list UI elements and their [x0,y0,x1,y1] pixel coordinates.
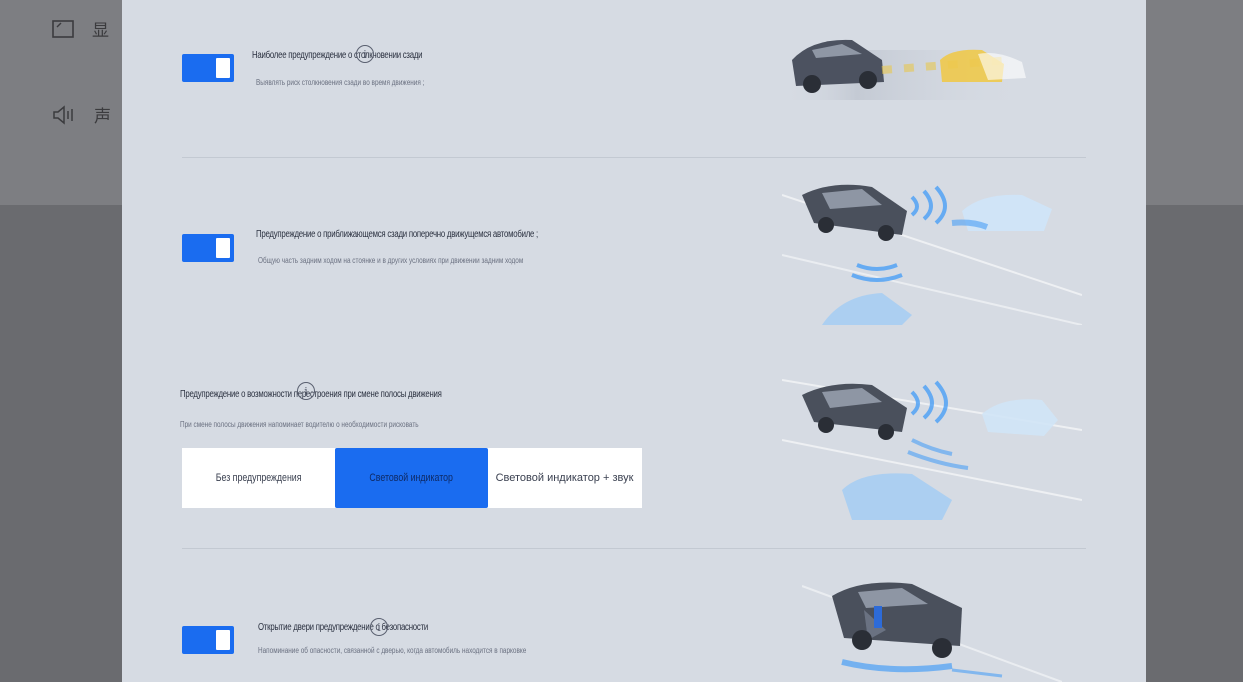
rear-cross-traffic-warning-subtitle: Общую часть задним ходом на стоянке и в … [258,256,524,265]
option-light-indicator-sound[interactable]: Световой индикатор + звук [488,448,641,508]
door-opening-warning-title: Открытие двери предупреждение о безопасн… [258,622,429,633]
sidebar-item-sound[interactable]: 声 [52,102,111,127]
rear-cross-traffic-illustration [782,184,1082,325]
lane-change-illustration [782,379,1082,520]
option-label: Без предупреждения [215,472,302,484]
rear-collision-illustration [782,39,1032,100]
toggle-knob [216,58,230,78]
sidebar-item-label: 显 [92,21,109,40]
section-divider [182,548,1086,549]
display-icon [52,19,74,38]
rear-collision-warning-title: Наиболее предупреждение о столкновении с… [252,50,423,61]
door-opening-warning-subtitle: Напоминание об опасности, связанной с дв… [258,646,527,655]
option-label: Световой индикатор [369,472,454,484]
toggle-knob [216,238,230,258]
info-icon[interactable]: i [356,45,374,63]
option-label: Световой индикатор + звук [495,472,634,484]
speaker-icon [52,104,76,125]
rear-collision-warning-toggle[interactable] [182,54,234,82]
lane-change-warning-subtitle: При смене полосы движения напоминает вод… [180,420,419,429]
rear-cross-traffic-warning-title: Предупреждение о приближающемся сзади по… [256,229,538,240]
option-no-warning[interactable]: Без предупреждения [182,448,335,508]
sidebar-item-label: 声 [94,107,111,126]
option-light-indicator[interactable]: Световой индикатор [335,448,488,508]
sidebar-item-display[interactable]: 显 [52,16,109,41]
rear-collision-warning-subtitle: Выявлять риск столкновения сзади во врем… [256,78,425,87]
info-icon[interactable]: i [297,382,315,400]
rear-cross-traffic-warning-toggle[interactable] [182,234,234,262]
driver-assist-settings-panel: Наиболее предупреждение о столкновении с… [122,0,1146,682]
door-opening-illustration [802,582,1062,682]
section-divider [182,157,1086,158]
lane-change-warning-mode-selector: Без предупреждения Световой индикатор Св… [182,448,642,508]
door-opening-warning-toggle[interactable] [182,626,234,654]
info-icon[interactable]: i [370,618,388,636]
toggle-knob [216,630,230,650]
